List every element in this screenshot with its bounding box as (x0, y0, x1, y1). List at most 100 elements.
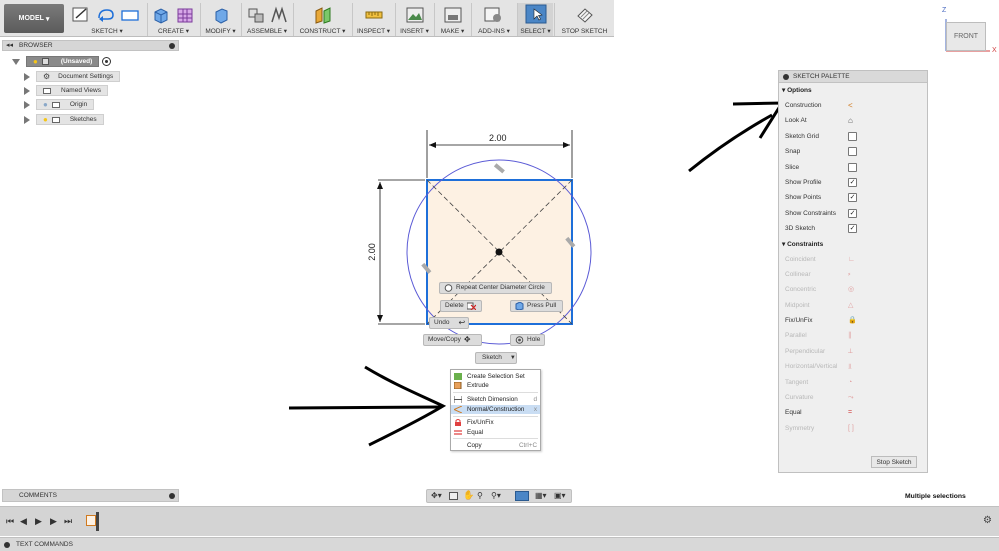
palette-checkbox[interactable]: ✓ (848, 224, 857, 234)
palette-checkbox[interactable]: ✓ (848, 193, 857, 203)
palette-option-label: Look At (785, 117, 807, 125)
menu-item-copy[interactable]: Copy Ctrl+C (451, 441, 540, 450)
menu-item-label: Extrude (467, 382, 489, 389)
constraint-icon[interactable]: = (848, 408, 857, 417)
palette-constraint-row[interactable]: Symmetry [ ] (779, 421, 927, 436)
palette-constraint-row[interactable]: Tangent ◔ (779, 375, 927, 390)
press-pull-button[interactable]: Press Pull (510, 300, 563, 312)
palette-constraint-row[interactable]: Curvature ⤳ (779, 390, 927, 405)
move-icon: ✥ (463, 335, 471, 344)
menu-item-extrude[interactable]: Extrude (451, 381, 540, 390)
selection-set-icon (454, 373, 462, 380)
constraint-icon[interactable]: [ ] (848, 424, 857, 433)
timeline-marker-icon[interactable] (96, 512, 99, 531)
palette-pin-icon[interactable] (783, 74, 789, 80)
annotation-arrow-bottom (288, 405, 443, 410)
constraint-icon[interactable]: ⤳ (848, 393, 857, 402)
play-icon[interactable]: ▶ (35, 516, 42, 527)
constraint-icon[interactable]: ◔ (848, 378, 857, 387)
menu-item-fix-unfix[interactable]: Fix/UnFix (451, 418, 540, 427)
palette-constraint-row[interactable]: Midpoint △ (779, 298, 927, 313)
palette-constraint-row[interactable]: Parallel ∥ (779, 328, 927, 343)
constraint-icon[interactable]: ∥ (848, 331, 857, 340)
palette-constraint-label: Coincident (785, 255, 816, 263)
palette-constraint-label: Collinear (785, 270, 811, 278)
palette-constraint-row[interactable]: Perpendicular ⟂ (779, 344, 927, 359)
palette-header[interactable]: SKETCH PALETTE (779, 71, 927, 83)
palette-option-row[interactable]: Show Points ✓ (779, 190, 927, 205)
comments-panel-header[interactable]: COMMENTS (2, 489, 179, 502)
constraint-icon[interactable]: ∟ (848, 255, 857, 264)
constraint-icon[interactable]: ⫫ (848, 362, 857, 371)
options-section-header[interactable]: ▾ Options (779, 83, 927, 98)
timeline-settings-icon[interactable]: ⚙ (983, 515, 992, 526)
palette-constraint-row[interactable]: Collinear ⸗ (779, 267, 927, 282)
constraint-icon[interactable]: ◎ (848, 285, 857, 294)
step-forward-icon[interactable]: ▶ (50, 516, 57, 527)
constraint-icon[interactable]: ⟂ (848, 347, 857, 356)
constraint-icon[interactable]: ⸗ (848, 270, 857, 279)
stop-sketch-button[interactable]: Stop Sketch (871, 456, 917, 468)
menu-item-equal[interactable]: Equal (451, 428, 540, 437)
text-commands-panel[interactable]: TEXT COMMANDS (0, 537, 999, 551)
sketch-dropdown-label: Sketch (482, 354, 502, 361)
palette-option-row[interactable]: 3D Sketch ✓ (779, 221, 927, 236)
dimension-vertical-label[interactable]: 2.00 (367, 243, 377, 261)
palette-option-row[interactable]: Snap (779, 144, 927, 159)
construction-icon[interactable]: < (848, 101, 857, 110)
palette-option-row[interactable]: Show Profile ✓ (779, 175, 927, 190)
dimension-horizontal-label[interactable]: 2.00 (489, 133, 507, 143)
annotation-arrow-top (688, 113, 773, 173)
menu-item-label: Copy (467, 442, 482, 449)
constraint-icon[interactable]: △ (848, 301, 857, 310)
palette-constraint-row[interactable]: Fix/UnFix 🔒 (779, 313, 927, 328)
comments-pin-icon[interactable] (169, 493, 175, 499)
palette-option-label: Show Profile (785, 178, 822, 186)
palette-checkbox[interactable] (848, 131, 857, 141)
palette-option-row[interactable]: Construction < (779, 98, 927, 113)
equal-icon (454, 430, 462, 435)
palette-constraint-row[interactable]: Concentric ◎ (779, 282, 927, 297)
palette-checkbox[interactable]: ✓ (848, 177, 857, 187)
menu-item-normal-construction[interactable]: Normal/Construction x (451, 405, 540, 414)
pan-icon[interactable]: ✋ (463, 490, 474, 501)
display-settings-icon[interactable] (515, 491, 529, 501)
constraint-icon[interactable]: 🔒 (848, 316, 857, 325)
palette-option-row[interactable]: Show Constraints ✓ (779, 206, 927, 221)
look-at-icon[interactable] (449, 492, 458, 500)
press-pull-label: Press Pull (527, 302, 557, 309)
move-copy-button[interactable]: Move/Copy ✥ (423, 334, 482, 346)
repeat-command-button[interactable]: Repeat Center Diameter Circle (439, 282, 552, 294)
palette-constraint-row[interactable]: Coincident ∟ (779, 252, 927, 267)
hole-button[interactable]: Hole (510, 334, 545, 346)
viewports-icon[interactable]: ▣▾ (554, 491, 566, 500)
menu-item-sketch-dimension[interactable]: Sketch Dimension d (451, 395, 540, 404)
constraints-section-header[interactable]: ▾ Constraints (779, 237, 927, 252)
go-to-end-icon[interactable]: ⏭ (64, 516, 72, 527)
palette-option-row[interactable]: Sketch Grid (779, 129, 927, 144)
look-at-icon[interactable]: ⌂ (848, 116, 857, 125)
palette-constraint-row[interactable]: Equal = (779, 405, 927, 420)
palette-option-label: Show Points (785, 194, 822, 202)
go-to-start-icon[interactable]: ⏮ (6, 516, 14, 527)
step-back-icon[interactable]: ◀ (20, 516, 27, 527)
palette-checkbox[interactable] (848, 147, 857, 157)
palette-checkbox[interactable]: ✓ (848, 208, 857, 218)
palette-option-row[interactable]: Look At ⌂ (779, 113, 927, 128)
text-commands-pin-icon[interactable] (4, 542, 10, 548)
orbit-icon[interactable]: ✥▾ (431, 491, 442, 500)
undo-icon: ↩ (458, 318, 466, 327)
palette-checkbox[interactable] (848, 162, 857, 172)
sketch-dropdown-button[interactable]: Sketch ▼ (475, 352, 517, 364)
fit-icon[interactable]: ⚲▾ (491, 491, 501, 500)
undo-button[interactable]: Undo ↩ (429, 317, 469, 329)
text-commands-title: TEXT COMMANDS (16, 541, 73, 548)
zoom-icon[interactable]: ⚲ (477, 491, 483, 500)
grid-icon[interactable]: ▦▾ (535, 491, 547, 500)
palette-option-row[interactable]: Slice (779, 160, 927, 175)
menu-item-create-selection-set[interactable]: Create Selection Set (451, 372, 540, 381)
palette-constraint-label: Tangent (785, 378, 809, 386)
palette-constraint-row[interactable]: Horizontal/Vertical ⫫ (779, 359, 927, 374)
timeline-sketch-item-icon[interactable] (86, 515, 96, 526)
delete-button[interactable]: Delete (440, 300, 482, 312)
